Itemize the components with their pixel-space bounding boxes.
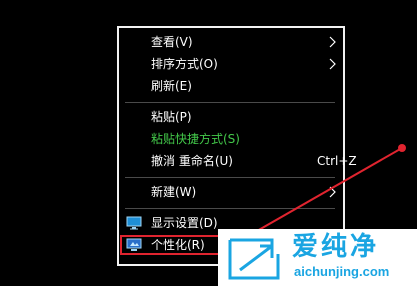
menu-item-view[interactable]: 查看(V): [119, 31, 343, 53]
menu-separator: [125, 177, 335, 178]
aichunjing-logo-icon: [228, 238, 280, 280]
menu-item-label: 粘贴快捷方式(S): [151, 132, 240, 146]
menu-item-paste-shortcut[interactable]: 粘贴快捷方式(S): [119, 128, 343, 150]
menu-item-sort-by[interactable]: 排序方式(O): [119, 53, 343, 75]
menu-item-new[interactable]: 新建(W): [119, 181, 343, 203]
chevron-right-icon: [329, 58, 336, 70]
menu-item-shortcut: Ctrl+Z: [317, 154, 357, 168]
chevron-right-icon: [329, 36, 336, 48]
desktop-background[interactable]: 查看(V) 排序方式(O) 刷新(E) 粘贴(P) 粘贴快捷方式(S) 撤消 重…: [0, 0, 417, 286]
menu-item-label: 撤消 重命名(U): [151, 154, 233, 168]
menu-item-label: 刷新(E): [151, 79, 192, 93]
watermark-url: aichunjing.com: [294, 264, 390, 279]
annotation-highlight-box: [120, 235, 220, 255]
menu-item-label: 新建(W): [151, 185, 197, 199]
menu-item-label: 显示设置(D): [151, 216, 218, 230]
menu-separator: [125, 102, 335, 103]
menu-item-label: 排序方式(O): [151, 57, 218, 71]
display-settings-icon: [126, 216, 142, 230]
watermark-title: 爱纯净: [292, 232, 380, 262]
menu-item-label: 粘贴(P): [151, 110, 192, 124]
menu-item-label: 查看(V): [151, 35, 193, 49]
menu-separator: [125, 208, 335, 209]
watermark-badge: 爱纯净 aichunjing.com: [218, 229, 417, 286]
menu-item-undo-rename[interactable]: 撤消 重命名(U) Ctrl+Z: [119, 150, 357, 172]
menu-item-paste[interactable]: 粘贴(P): [119, 106, 343, 128]
menu-item-refresh[interactable]: 刷新(E): [119, 75, 343, 97]
chevron-right-icon: [329, 186, 336, 198]
